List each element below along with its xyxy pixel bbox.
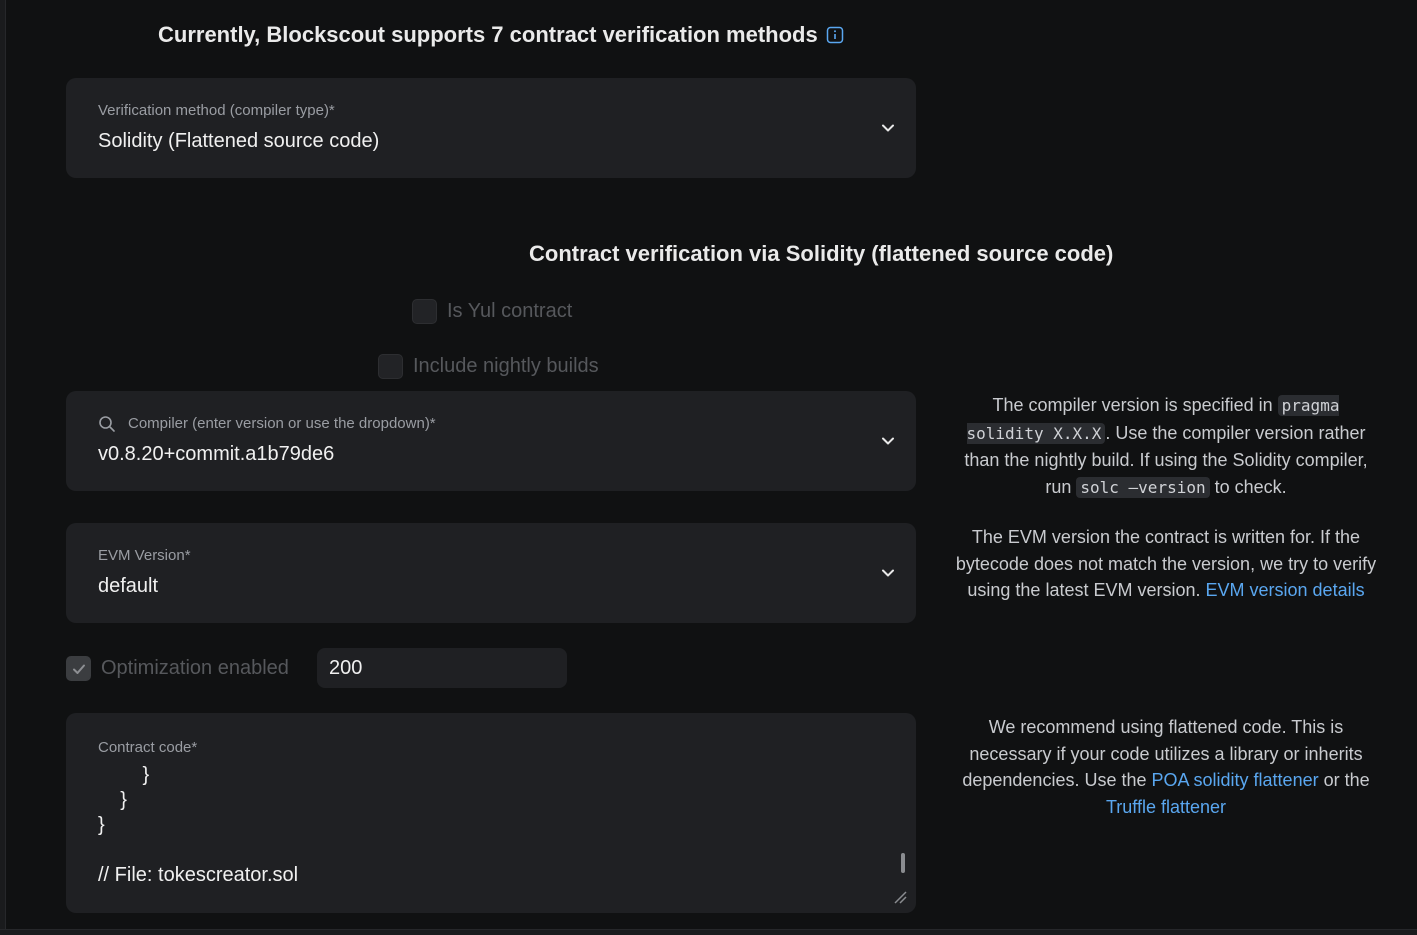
chevron-down-icon[interactable] [880, 565, 896, 581]
verification-method-label: Verification method (compiler type)* [98, 102, 335, 119]
code-line: } [98, 814, 105, 836]
resize-handle-icon[interactable] [892, 889, 908, 905]
contract-code-label: Contract code* [98, 739, 198, 756]
help-text: to check. [1209, 476, 1287, 497]
optimization-checkbox[interactable]: Optimization enabled [66, 656, 289, 681]
code-line: } [98, 764, 150, 786]
evm-version-value: default [98, 575, 159, 597]
left-border [0, 0, 6, 935]
code-line: // File: tokescreator.sol [98, 864, 299, 886]
section-title: Contract verification via Solidity (flat… [529, 241, 1114, 266]
contract-code-content[interactable]: } }} // File: tokescreator.sol [98, 763, 298, 888]
contract-code-textarea[interactable]: Contract code* } }} // File: tokescreato… [66, 713, 916, 913]
inline-code: solc —version [1076, 476, 1210, 498]
checkbox-box[interactable] [66, 656, 91, 681]
compiler-label: Compiler (enter version or use the dropd… [128, 415, 436, 432]
code-line: } [98, 789, 127, 811]
verification-method-select[interactable]: Verification method (compiler type)* Sol… [66, 78, 916, 178]
chevron-down-icon[interactable] [880, 433, 896, 449]
page-heading-text: Currently, Blockscout supports 7 contrac… [158, 22, 818, 47]
help-text: or the [1318, 770, 1370, 790]
evm-version-select[interactable]: EVM Version* default [66, 523, 916, 623]
compiler-select[interactable]: Compiler (enter version or use the dropd… [66, 391, 916, 491]
checkbox-box[interactable] [378, 354, 403, 379]
info-icon[interactable] [826, 26, 844, 44]
evm-version-details-link[interactable]: EVM version details [1206, 580, 1365, 600]
bottom-border [0, 929, 1417, 935]
evm-help-text: The EVM version the contract is written … [950, 524, 1382, 604]
help-text: The compiler version is specified in [992, 395, 1278, 415]
page-heading: Currently, Blockscout supports 7 contrac… [158, 22, 844, 48]
truffle-flattener-link[interactable]: Truffle flattener [1106, 797, 1226, 817]
nightly-builds-checkbox[interactable]: Include nightly builds [378, 354, 599, 379]
check-icon [72, 664, 85, 674]
poa-flattener-link[interactable]: POA solidity flattener [1152, 770, 1319, 790]
yul-contract-checkbox[interactable]: Is Yul contract [412, 299, 572, 324]
compiler-help-text: The compiler version is specified in pra… [950, 392, 1382, 501]
verification-method-value: Solidity (Flattened source code) [98, 130, 380, 152]
yul-contract-label: Is Yul contract [447, 300, 573, 322]
code-help-text: We recommend using flattened code. This … [950, 714, 1382, 820]
optimization-runs-input[interactable]: 200 [317, 648, 567, 688]
nightly-builds-label: Include nightly builds [413, 355, 599, 377]
chevron-down-icon[interactable] [880, 120, 896, 136]
optimization-label: Optimization enabled [101, 657, 289, 679]
checkbox-box[interactable] [412, 299, 437, 324]
evm-version-label: EVM Version* [98, 547, 191, 564]
search-icon [99, 416, 115, 432]
compiler-value: v0.8.20+commit.a1b79de6 [98, 443, 335, 465]
scrollbar-thumb[interactable] [901, 853, 905, 873]
